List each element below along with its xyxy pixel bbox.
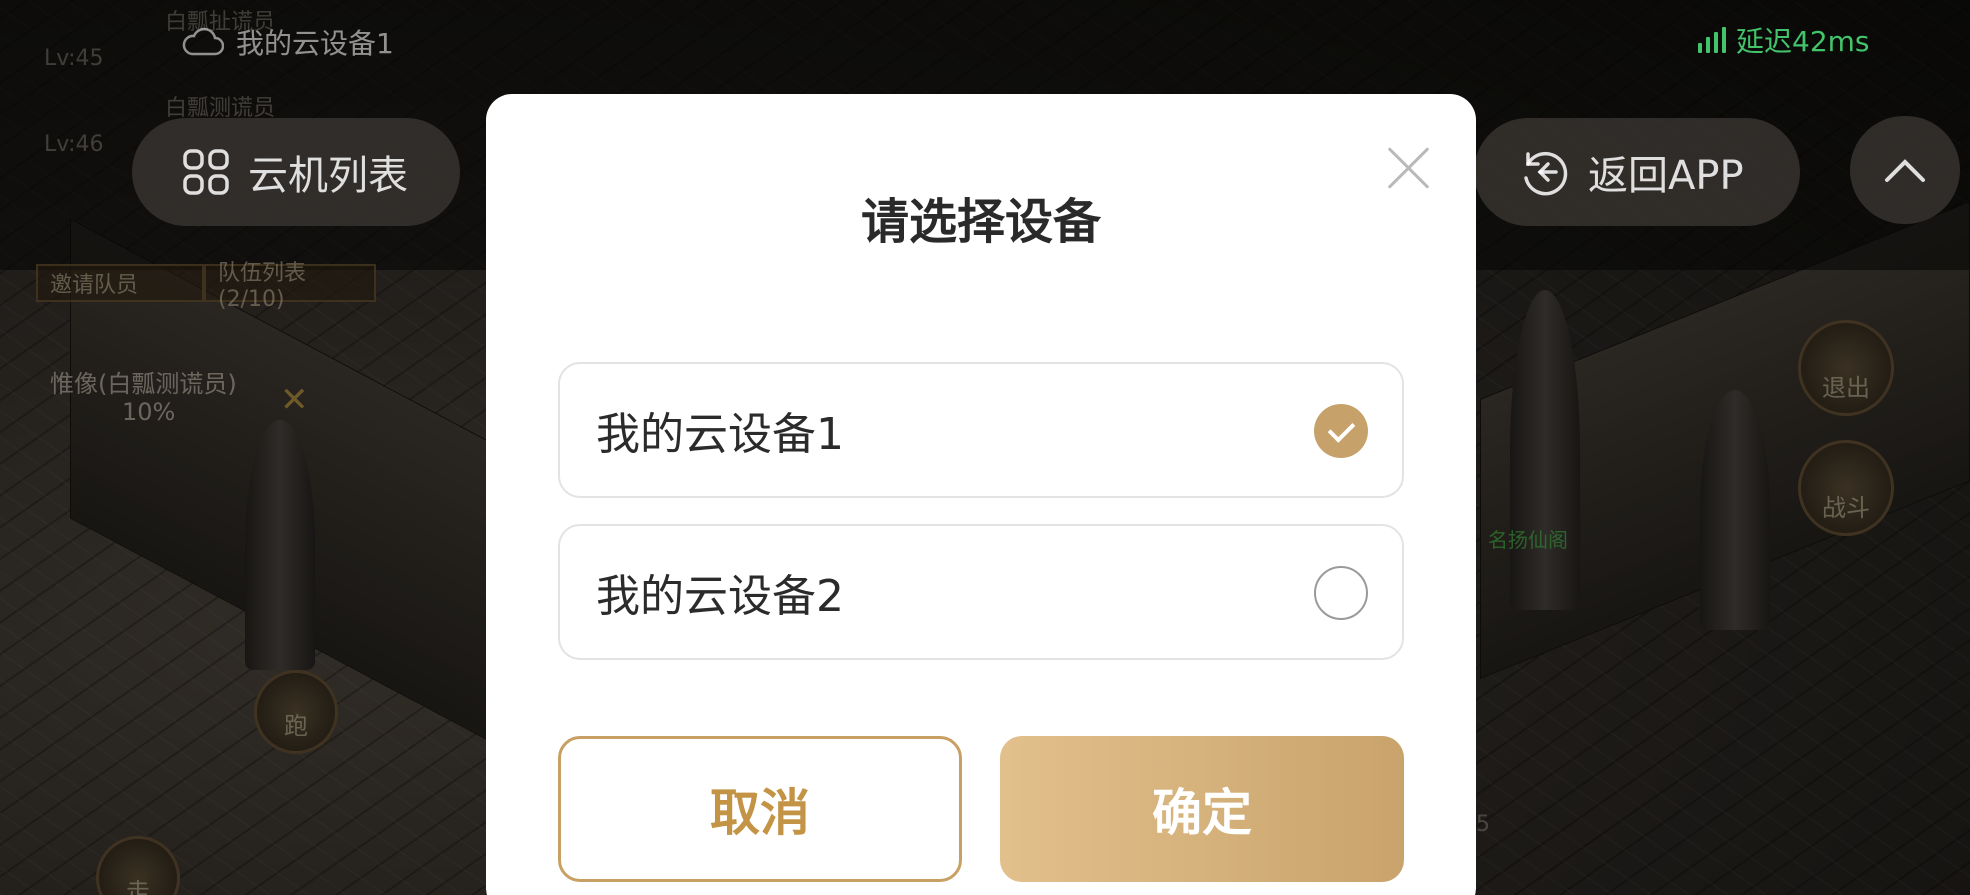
return-icon: [1524, 151, 1568, 196]
latency-indicator: 延迟42ms: [1698, 18, 1870, 62]
current-device: 我的云设备1: [182, 22, 394, 62]
collapse-toolbar-button[interactable]: [1850, 116, 1960, 224]
device-option-label: 我的云设备1: [596, 409, 844, 460]
signal-icon: [1698, 27, 1726, 53]
cancel-button[interactable]: 取消: [558, 736, 962, 882]
current-device-label: 我的云设备1: [236, 27, 394, 60]
radio-checked-icon[interactable]: [1314, 404, 1368, 458]
confirm-button[interactable]: 确定: [1000, 736, 1404, 882]
device-option-label: 我的云设备2: [596, 571, 844, 622]
latency-label: 延迟42ms: [1736, 25, 1870, 58]
radio-unchecked-icon[interactable]: [1314, 566, 1368, 620]
cloud-list-button[interactable]: 云机列表: [132, 118, 460, 226]
chevron-up-icon: [1885, 159, 1925, 182]
grid-icon: [183, 149, 229, 195]
device-option-1[interactable]: 我的云设备1: [558, 362, 1404, 498]
cloud-icon: [182, 27, 224, 56]
cloud-list-label: 云机列表: [248, 153, 408, 199]
back-to-app-label: 返回APP: [1588, 153, 1744, 199]
device-option-2[interactable]: 我的云设备2: [558, 524, 1404, 660]
select-device-dialog: 请选择设备 我的云设备1 我的云设备2 取消 确定: [486, 94, 1476, 895]
back-to-app-button[interactable]: 返回APP: [1474, 118, 1800, 226]
dialog-title: 请选择设备: [860, 194, 1101, 250]
